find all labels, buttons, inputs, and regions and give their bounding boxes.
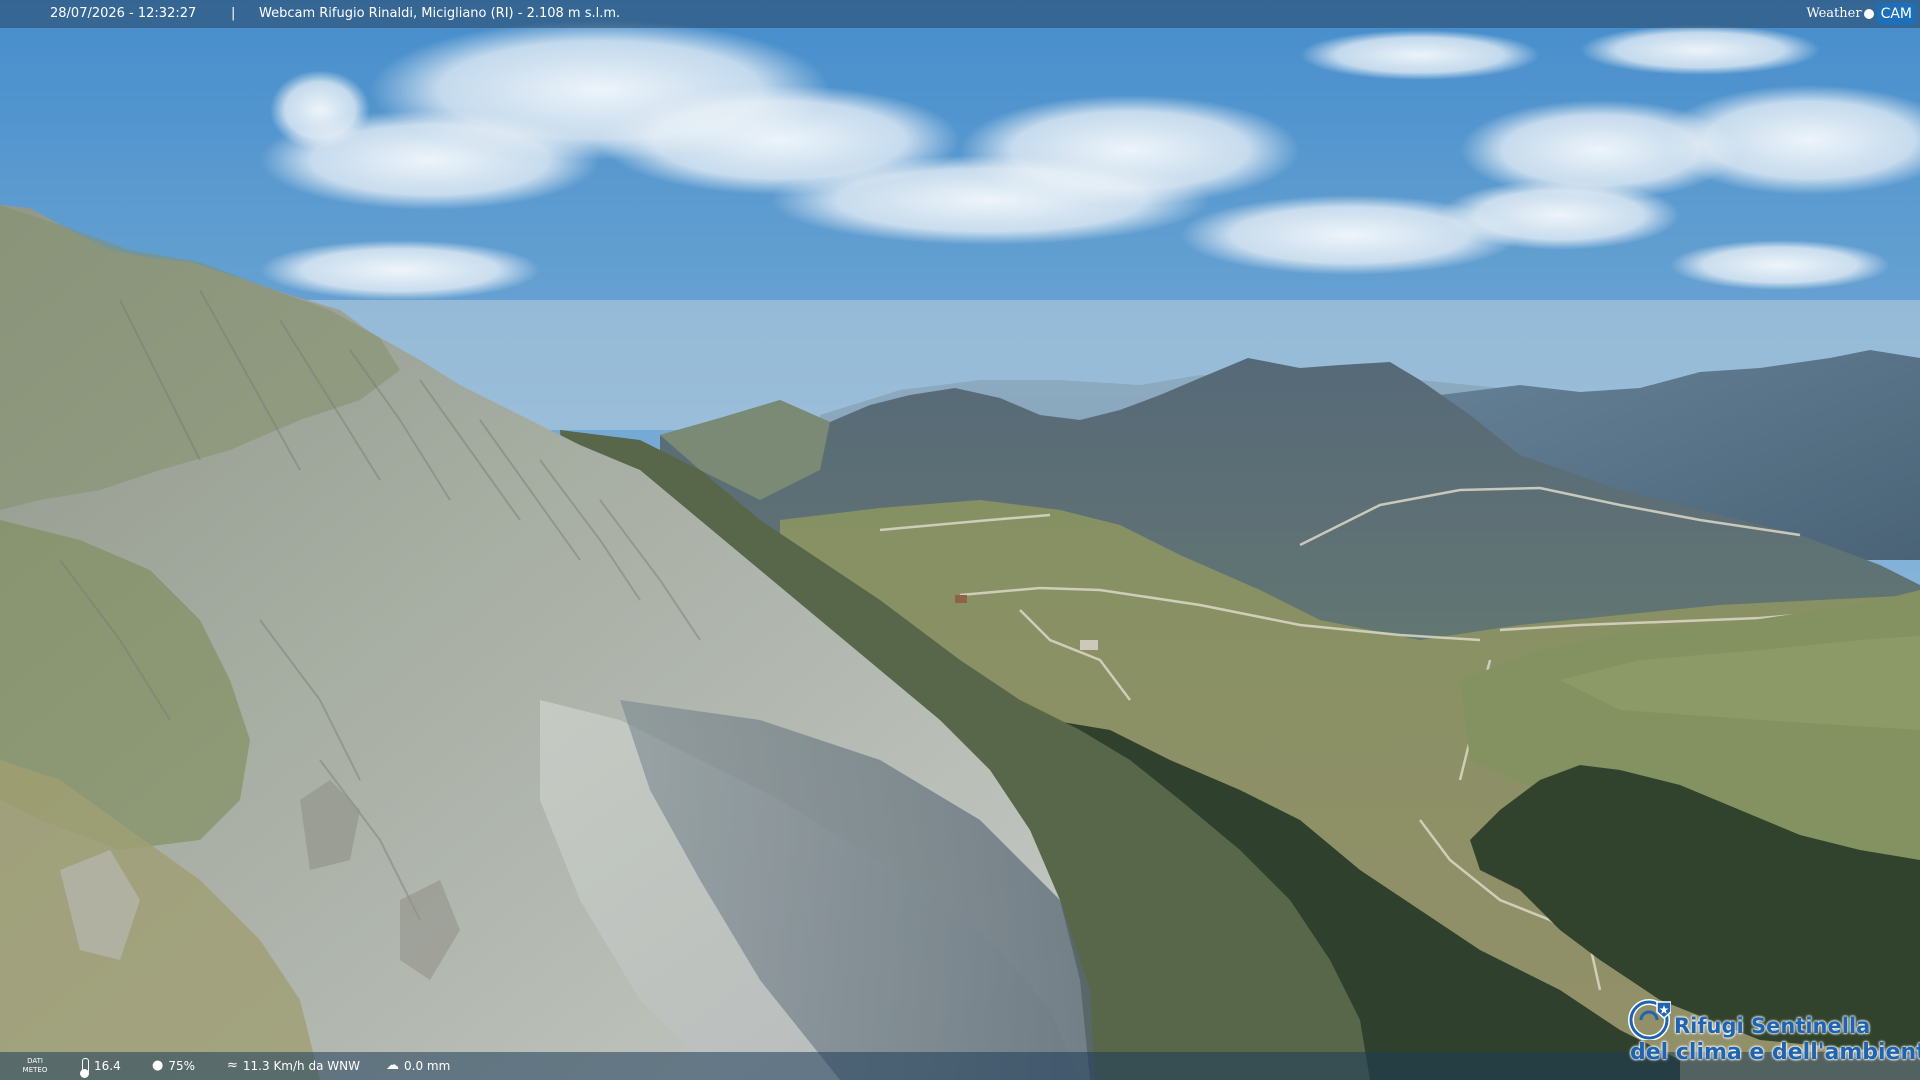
brand-dot-icon (1863, 9, 1874, 19)
dati-meteo-line2: METEO (22, 1066, 48, 1074)
humidity-value: 75% (168, 1059, 196, 1073)
webcam-header-bar: 28/07/2026 - 12:32:27 | Webcam Rifugio R… (0, 0, 1920, 28)
logo-line2: del clima e dell'ambiente (1630, 1040, 1920, 1065)
header-separator: | (231, 6, 236, 21)
wind-value: 11.3 Km/h da WNW (242, 1059, 360, 1073)
dati-meteo-label: DATI METEO (18, 1052, 52, 1080)
dati-meteo-line1: DATI (27, 1057, 43, 1065)
rifugi-sentinella-logo: Rifugi Sentinella del clima e dell'ambie… (1624, 996, 1920, 1072)
sentinella-emblem-icon (1628, 999, 1671, 1040)
logo-line1: Rifugi Sentinella (1674, 1014, 1871, 1038)
rain-reading: ☁ 0.0 mm (386, 1052, 450, 1080)
wind-reading: ≈ 11.3 Km/h da WNW (227, 1052, 360, 1080)
brand-cam-text: CAM (1876, 3, 1916, 25)
webcam-landscape (0, 0, 1920, 1080)
humidity-reading: ● 75% (152, 1052, 195, 1080)
temperature-value: 16.4 (94, 1059, 121, 1073)
thermometer-icon (80, 1058, 89, 1078)
drop-icon: ● (152, 1058, 164, 1073)
rain-value: 0.0 mm (404, 1059, 451, 1073)
wind-icon: ≈ (227, 1058, 238, 1073)
timestamp: 28/07/2026 - 12:32:27 (50, 6, 197, 21)
rain-icon: ☁ (386, 1058, 399, 1073)
weathercam-logo: Weather CAM (1806, 0, 1920, 28)
brand-weather-text: Weather (1806, 6, 1862, 21)
temperature-reading: 16.4 (80, 1052, 121, 1080)
webcam-title: Webcam Rifugio Rinaldi, Micigliano (RI) … (259, 6, 621, 21)
